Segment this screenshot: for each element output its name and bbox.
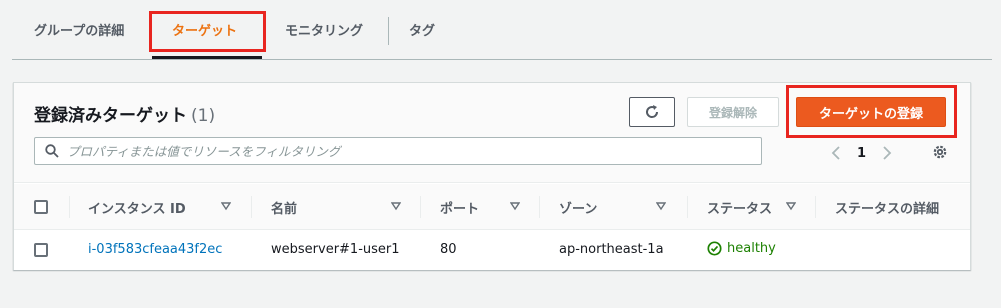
refresh-icon bbox=[646, 105, 659, 118]
tab-group-details[interactable]: グループの詳細 bbox=[34, 20, 124, 44]
column-header-status-detail[interactable]: ステータスの詳細 bbox=[835, 198, 939, 217]
tab-divider bbox=[388, 17, 389, 45]
status-badge: healthy bbox=[707, 241, 776, 256]
column-divider bbox=[251, 196, 252, 218]
pagination: 1 bbox=[827, 143, 896, 163]
column-header-name[interactable]: 名前 bbox=[271, 198, 297, 217]
refresh-button[interactable] bbox=[629, 97, 675, 127]
search-icon bbox=[45, 144, 59, 158]
column-divider bbox=[420, 196, 421, 218]
deregister-button[interactable]: 登録解除 bbox=[687, 97, 779, 127]
caret-down-icon[interactable] bbox=[656, 201, 666, 211]
search-input[interactable] bbox=[67, 143, 747, 159]
caret-down-icon[interactable] bbox=[221, 201, 231, 211]
button-highlight-annotation bbox=[786, 85, 957, 138]
chevron-left-icon[interactable] bbox=[827, 144, 845, 162]
caret-down-icon[interactable] bbox=[391, 201, 401, 211]
table-header: インスタンス ID 名前 ポート ゾーン ステータス ステータスの詳細 bbox=[14, 184, 970, 230]
target-count: (1) bbox=[191, 106, 216, 126]
column-header-zone[interactable]: ゾーン bbox=[559, 198, 597, 217]
column-header-instance-id[interactable]: インスタンス ID bbox=[88, 198, 186, 217]
caret-down-icon[interactable] bbox=[510, 201, 520, 211]
target-zone: ap-northeast-1a bbox=[559, 242, 664, 257]
chevron-right-icon[interactable] bbox=[878, 144, 896, 162]
status-text: healthy bbox=[727, 241, 776, 256]
filter-search-box bbox=[34, 137, 762, 165]
instance-id-link[interactable]: i-03f583cfeaa43f2ec bbox=[88, 242, 222, 257]
panel-title-text: 登録済みターゲット bbox=[34, 106, 187, 126]
table-row[interactable]: i-03f583cfeaa43f2ec webserver#1-user1 80… bbox=[14, 230, 970, 270]
tab-bar: グループの詳細 ターゲット モニタリング タグ bbox=[0, 0, 1001, 60]
tab-monitoring[interactable]: モニタリング bbox=[285, 20, 363, 44]
target-name: webserver#1-user1 bbox=[271, 242, 400, 257]
check-circle-icon bbox=[707, 241, 722, 256]
target-port: 80 bbox=[440, 242, 457, 257]
tab-tags[interactable]: タグ bbox=[409, 20, 435, 44]
row-checkbox[interactable] bbox=[34, 243, 48, 257]
column-header-port[interactable]: ポート bbox=[440, 198, 479, 217]
column-divider bbox=[69, 196, 70, 218]
column-divider bbox=[539, 196, 540, 218]
column-header-status[interactable]: ステータス bbox=[707, 198, 772, 217]
tab-highlight-annotation bbox=[149, 11, 266, 52]
gear-icon[interactable] bbox=[931, 143, 949, 161]
current-page[interactable]: 1 bbox=[857, 146, 866, 161]
caret-down-icon[interactable] bbox=[786, 201, 796, 211]
select-all-checkbox[interactable] bbox=[34, 200, 48, 214]
column-divider bbox=[815, 196, 816, 218]
panel-header: 登録済みターゲット(1) 登録解除 ターゲットの登録 1 bbox=[14, 83, 970, 183]
registered-targets-panel: 登録済みターゲット(1) 登録解除 ターゲットの登録 1 bbox=[13, 82, 971, 270]
tab-bar-divider bbox=[12, 59, 992, 60]
panel-title: 登録済みターゲット (1) bbox=[34, 101, 215, 126]
column-divider bbox=[687, 196, 688, 218]
